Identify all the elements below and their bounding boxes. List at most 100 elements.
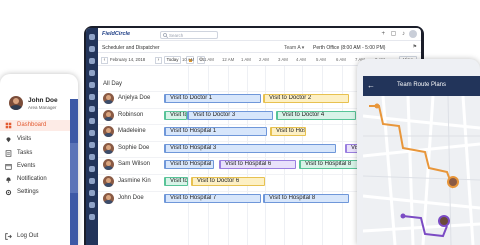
visit-event[interactable]: Visit to Hospital 7 bbox=[164, 194, 261, 203]
next-date-button[interactable]: › bbox=[155, 56, 162, 64]
settings-icon[interactable] bbox=[89, 178, 95, 184]
technician-avatar bbox=[103, 159, 114, 170]
help-icon[interactable] bbox=[89, 190, 95, 196]
team-select[interactable]: Team A ▾ bbox=[284, 45, 304, 51]
technician-name[interactable]: Madeleine bbox=[118, 128, 146, 134]
tag-icon[interactable] bbox=[89, 154, 95, 160]
calendar-icon[interactable]: ▢ bbox=[391, 30, 397, 37]
grid-line bbox=[302, 66, 303, 245]
user-avatar[interactable] bbox=[409, 30, 417, 38]
top-icons: + ▢ ♪ bbox=[377, 30, 405, 37]
box-icon[interactable] bbox=[89, 118, 95, 124]
menu-icon[interactable] bbox=[89, 46, 95, 52]
info-icon[interactable]: ⚑ bbox=[413, 44, 417, 50]
menu-item-dashboard[interactable]: Dashboard bbox=[0, 120, 70, 131]
route-phone: ← Team Route Plans bbox=[363, 76, 480, 245]
add-icon[interactable]: + bbox=[381, 31, 385, 37]
logout-button[interactable]: Log Out bbox=[0, 231, 70, 242]
technician-avatar bbox=[103, 193, 114, 204]
route-map[interactable] bbox=[363, 96, 480, 245]
title-bar: Scheduler and Dispatcher Team A ▾ Perth … bbox=[98, 42, 421, 53]
route-title: Team Route Plans bbox=[396, 82, 447, 88]
visit-event[interactable]: Visit to Hospital 6 bbox=[219, 160, 296, 169]
technician-avatar bbox=[103, 176, 114, 187]
home-icon[interactable] bbox=[89, 34, 95, 40]
grid-line bbox=[228, 66, 229, 245]
location-pin-icon bbox=[6, 137, 11, 143]
route-start-marker-purple[interactable] bbox=[400, 213, 406, 219]
technician-name[interactable]: Robinson bbox=[118, 112, 143, 118]
menu-item-label: Events bbox=[17, 163, 36, 169]
visit-event[interactable]: Visit to Hospital 8 bbox=[263, 194, 349, 203]
calendar-icon[interactable] bbox=[89, 58, 95, 64]
events-icon bbox=[5, 164, 12, 170]
document-icon[interactable] bbox=[89, 130, 95, 136]
icon-rail bbox=[86, 28, 98, 245]
avatar bbox=[9, 96, 23, 110]
today-button[interactable]: Today bbox=[164, 56, 181, 64]
grid-line bbox=[188, 66, 189, 245]
bell-icon[interactable]: ♪ bbox=[402, 31, 405, 37]
map-icon[interactable] bbox=[89, 94, 95, 100]
time-label: 5 AM bbox=[316, 57, 326, 62]
visit-event[interactable]: Visit to Hospital 3 bbox=[164, 144, 336, 153]
menu-item-visits[interactable]: Visits bbox=[0, 134, 70, 145]
lock-icon[interactable] bbox=[89, 214, 95, 220]
tasks-icon bbox=[5, 150, 12, 157]
grid-line bbox=[322, 66, 323, 245]
visit-event[interactable]: Visit to Doctor 4 bbox=[276, 111, 356, 120]
route-start-marker[interactable] bbox=[374, 103, 380, 109]
profile-name: John Doe bbox=[28, 97, 58, 104]
dashboard-card-peek bbox=[70, 143, 78, 193]
chart-icon[interactable] bbox=[89, 82, 95, 88]
time-label: 12 AM bbox=[222, 57, 235, 62]
message-icon[interactable] bbox=[89, 142, 95, 148]
logout-icon bbox=[5, 233, 12, 240]
prev-date-button[interactable]: ‹ bbox=[101, 56, 108, 64]
time-label: 2 AM bbox=[259, 57, 269, 62]
menu-item-label: Settings bbox=[17, 189, 39, 195]
search-placeholder: Search bbox=[169, 32, 184, 38]
time-label: 6 AM bbox=[336, 57, 346, 62]
menu-item-notification[interactable]: Notification bbox=[0, 174, 70, 185]
clipboard-icon[interactable] bbox=[89, 106, 95, 112]
visit-event[interactable]: Visit to Doctor 1 bbox=[164, 94, 261, 103]
menu-item-settings[interactable]: Settings bbox=[0, 187, 70, 198]
menu-item-label: Visits bbox=[17, 136, 32, 142]
technician-name[interactable]: Jasmine Kin bbox=[118, 178, 151, 184]
visit-event[interactable]: Visit to Doctor 3 bbox=[187, 111, 273, 120]
link-icon[interactable] bbox=[89, 202, 95, 208]
route-header: ← Team Route Plans bbox=[363, 76, 480, 96]
users-icon[interactable] bbox=[89, 70, 95, 76]
search-input[interactable]: Search bbox=[160, 30, 218, 39]
report-icon[interactable] bbox=[89, 166, 95, 172]
visit-event[interactable]: Visit to bbox=[164, 111, 187, 120]
time-label: 11 AM bbox=[202, 57, 214, 62]
visit-event[interactable]: Visit to Hosp bbox=[270, 127, 306, 136]
menu-item-tasks[interactable]: Tasks bbox=[0, 148, 70, 159]
menu-item-label: Dashboard bbox=[17, 122, 47, 128]
grid-line bbox=[247, 66, 248, 245]
search-icon bbox=[163, 33, 168, 38]
mobile-phone: John Doe Area Manager Dashboard Visits Tas… bbox=[0, 74, 78, 245]
visit-event[interactable]: Visit to Hospital 5 bbox=[164, 160, 214, 169]
visit-event[interactable]: Visit to Hospital 1 bbox=[164, 127, 267, 136]
dashboard-icon bbox=[5, 122, 12, 129]
technician-name[interactable]: Sam Wilson bbox=[118, 161, 150, 167]
visit-event[interactable]: Visit to Doctor 6 bbox=[191, 177, 265, 186]
technician-name[interactable]: Sophie Doe bbox=[118, 145, 149, 151]
visit-event[interactable]: Visit to bbox=[164, 177, 188, 186]
date-label: February 14, 2018 bbox=[110, 57, 146, 62]
menu-item-events[interactable]: Events bbox=[0, 161, 70, 172]
technician-name[interactable]: Anjelya Doe bbox=[118, 95, 150, 101]
visit-event[interactable]: Visit to Doctor 2 bbox=[263, 94, 349, 103]
technician-name[interactable]: John Doe bbox=[118, 195, 144, 201]
technician-avatar bbox=[103, 93, 114, 104]
map-canvas bbox=[363, 96, 480, 245]
grid-line bbox=[265, 66, 266, 245]
app-topbar: FieldCircle Search + ▢ ♪ bbox=[98, 28, 421, 41]
menu-item-label: Tasks bbox=[17, 150, 33, 156]
gear-icon bbox=[5, 189, 12, 196]
time-label: 10 AM bbox=[182, 57, 195, 62]
office-info: Perth Office (8:00 AM - 5:00 PM) bbox=[313, 45, 386, 51]
